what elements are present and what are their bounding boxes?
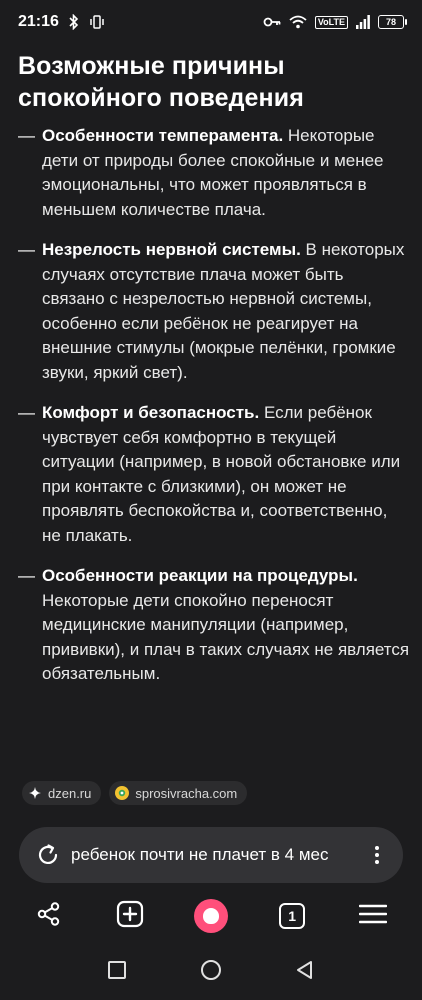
browser-toolbar: 1 <box>0 890 422 942</box>
battery-level: 78 <box>385 17 396 27</box>
list-item-body: Некоторые дети спокойно переносят медици… <box>42 590 410 684</box>
alice-button[interactable] <box>187 892 235 940</box>
list-dash: — <box>18 566 35 585</box>
list-dash: — <box>18 126 35 145</box>
source-chips: dzen.ru sprosivracha.com <box>22 781 248 805</box>
list-dash: — <box>18 240 35 259</box>
dzen-icon <box>28 786 42 800</box>
list-dash: — <box>18 403 35 422</box>
list-item-heading: Особенности реакции на процедуры. <box>42 566 358 585</box>
sprosivracha-icon <box>115 786 130 800</box>
source-label: dzen.ru <box>48 785 92 801</box>
share-button[interactable] <box>25 892 73 940</box>
share-icon <box>36 901 62 932</box>
list-item-heading: Незрелость нервной системы. <box>42 240 301 259</box>
status-time: 21:16 <box>18 13 59 30</box>
section-title: Возможные причины спокойного поведения <box>18 52 304 112</box>
list-item-heading: Особенности темперамента. <box>42 126 284 145</box>
list-item: — Особенности реакции на процедуры. Неко… <box>18 564 410 687</box>
search-query-bar[interactable]: ребенок почти не плачет в 4 мес <box>19 827 403 883</box>
list-item-text: Особенности реакции на процедуры. Некото… <box>42 564 410 687</box>
list-item-body: Если ребёнок чувствует себя комфортно в … <box>42 403 401 545</box>
source-chip-dzen[interactable]: dzen.ru <box>22 781 102 805</box>
key-icon <box>263 16 281 28</box>
signal-icon <box>356 15 370 29</box>
hamburger-icon <box>359 903 388 930</box>
plus-square-icon <box>116 900 144 933</box>
status-bar: 21:16 VoLTE 78 <box>0 0 422 44</box>
volte-badge: VoLTE <box>314 15 348 29</box>
answer-content: Возможные причины спокойного поведения —… <box>18 50 410 703</box>
tabs-button[interactable]: 1 <box>268 892 316 940</box>
refresh-icon[interactable] <box>35 842 61 868</box>
new-tab-button[interactable] <box>106 892 154 940</box>
source-label: sprosivracha.com <box>135 785 238 801</box>
list-item: — Комфорт и безопасность. Если ребёнок ч… <box>18 401 410 548</box>
more-options-icon[interactable] <box>367 846 387 864</box>
source-chip-sprosivracha[interactable]: sprosivracha.com <box>109 781 248 805</box>
wifi-icon <box>289 15 307 29</box>
bluetooth-icon <box>69 14 79 30</box>
back-icon[interactable] <box>295 960 315 985</box>
battery-icon: 78 <box>378 15 407 29</box>
list-item-text: Незрелость нервной системы. В некоторых … <box>42 238 410 385</box>
alice-icon <box>193 899 228 933</box>
tab-count-badge: 1 <box>279 903 306 929</box>
list-item-body: В некоторых случаях отсутствие плача мож… <box>42 240 405 382</box>
recents-icon[interactable] <box>107 960 127 985</box>
home-icon[interactable] <box>200 959 222 986</box>
system-navigation-bar <box>0 945 422 1000</box>
list-item: — Особенности темперамента. Некоторые де… <box>18 124 410 222</box>
list-item: — Незрелость нервной системы. В некоторы… <box>18 238 410 385</box>
list-item-text: Особенности темперамента. Некоторые дети… <box>42 124 410 222</box>
list-item-text: Комфорт и безопасность. Если ребёнок чув… <box>42 401 410 548</box>
search-query-text[interactable]: ребенок почти не плачет в 4 мес <box>71 845 367 865</box>
list-item-heading: Комфорт и безопасность. <box>42 403 260 422</box>
menu-button[interactable] <box>349 892 397 940</box>
vibrate-icon <box>89 14 105 30</box>
